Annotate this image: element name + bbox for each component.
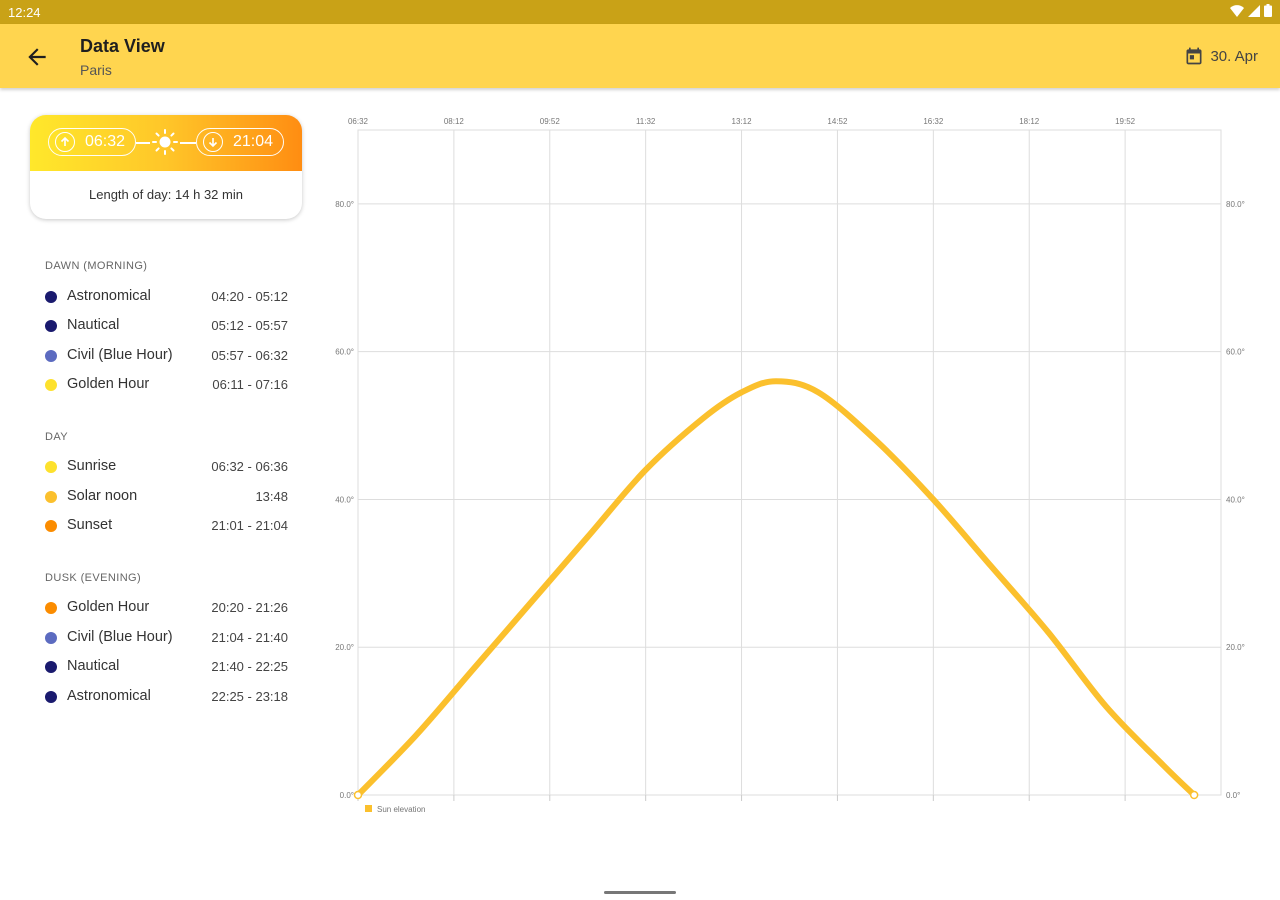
x-tick-label: 06:32 <box>348 117 369 126</box>
location-subtitle: Paris <box>80 62 112 78</box>
status-time: 12:24 <box>8 5 41 20</box>
connector-line-left <box>136 142 150 144</box>
data-point <box>353 790 363 800</box>
sunset-time: 21:04 <box>233 133 274 150</box>
x-tick-label: 16:32 <box>923 117 944 126</box>
sun-elevation-chart[interactable]: 06:32 08:12 09:52 11:32 13:12 14:52 16:32 18:12… <box>325 105 1265 825</box>
list-item: Solar noon 13:48 <box>45 487 290 509</box>
sunrise-time: 06:32 <box>85 133 126 150</box>
golden-hour-dot-icon <box>45 379 57 391</box>
y-tick-label-left: 0.0° <box>340 791 354 800</box>
sunrise-pill: 06:32 <box>48 128 136 156</box>
sunrise-dot-icon <box>45 461 57 473</box>
date-picker-button[interactable]: 30. Apr <box>1184 46 1258 66</box>
list-item: Astronomical 22:25 - 23:18 <box>45 687 290 709</box>
list-item: Golden Hour 20:20 - 21:26 <box>45 598 290 620</box>
list-item: Nautical 05:12 - 05:57 <box>45 316 290 338</box>
y-tick-label-right: 40.0° <box>1226 495 1245 504</box>
y-tick-label-right: 0.0° <box>1226 791 1240 800</box>
civil-dot-icon <box>45 632 57 644</box>
list-item: Golden Hour 06:11 - 07:16 <box>45 375 290 397</box>
section-title-day: DAY <box>45 431 69 443</box>
plot-border <box>357 129 1222 796</box>
item-range: 22:25 - 23:18 <box>211 689 288 704</box>
nautical-dot-icon <box>45 320 57 332</box>
back-arrow-icon[interactable] <box>24 44 50 70</box>
item-name: Nautical <box>67 317 120 333</box>
y-tick-label-right: 20.0° <box>1226 643 1245 652</box>
connector-line-right <box>180 142 196 144</box>
item-range: 21:04 - 21:40 <box>211 630 288 645</box>
astronomical-dot-icon <box>45 291 57 303</box>
y-tick-label-right: 80.0° <box>1226 200 1245 209</box>
list-item: Sunset 21:01 - 21:04 <box>45 516 290 538</box>
item-range: 13:48 <box>255 489 288 504</box>
item-name: Astronomical <box>67 688 151 704</box>
item-range: 06:32 - 06:36 <box>211 459 288 474</box>
sunset-dot-icon <box>45 520 57 532</box>
calendar-icon <box>1186 47 1202 65</box>
legend-label: Sun elevation <box>377 805 425 814</box>
y-tick-label-right: 60.0° <box>1226 348 1245 357</box>
date-label: 30. Apr <box>1210 47 1258 65</box>
x-tick-label: 11:32 <box>636 117 656 126</box>
item-range: 20:20 - 21:26 <box>211 600 288 615</box>
civil-dot-icon <box>45 350 57 362</box>
x-tick-label: 14:52 <box>827 117 848 126</box>
list-item: Civil (Blue Hour) 21:04 - 21:40 <box>45 628 290 650</box>
sun-icon <box>152 129 178 155</box>
solar-noon-dot-icon <box>45 491 57 503</box>
item-name: Solar noon <box>67 488 138 504</box>
x-tick-label: 19:52 <box>1115 117 1136 126</box>
signal-icon <box>1248 4 1260 17</box>
legend-swatch <box>365 805 372 812</box>
item-range: 21:01 - 21:04 <box>211 518 288 533</box>
x-tick-label: 09:52 <box>540 117 561 126</box>
item-name: Sunrise <box>67 458 117 474</box>
x-tick-label: 18:12 <box>1019 117 1040 126</box>
x-tick-label: 13:12 <box>732 117 753 126</box>
wifi-icon <box>1230 4 1244 17</box>
status-icons <box>1230 4 1272 17</box>
item-range: 05:57 - 06:32 <box>211 348 288 363</box>
item-name: Nautical <box>67 658 120 674</box>
day-length: Length of day: 14 h 32 min <box>89 187 243 202</box>
golden-hour-dot-icon <box>45 602 57 614</box>
sun-times-card: 06:32 21:04 Length of day: 14 h 32 min <box>30 115 302 219</box>
item-range: 05:12 - 05:57 <box>211 318 288 333</box>
sunset-pill: 21:04 <box>196 128 284 156</box>
item-name: Golden Hour <box>67 376 150 392</box>
arrow-down-icon <box>203 132 223 152</box>
y-tick-label-left: 40.0° <box>335 495 354 504</box>
sun-elevation-line[interactable] <box>355 378 1198 798</box>
list-item: Astronomical 04:20 - 05:12 <box>45 287 290 309</box>
item-name: Sunset <box>67 517 113 533</box>
data-point <box>1189 790 1199 800</box>
x-tick-label: 08:12 <box>444 117 465 126</box>
section-title-dusk: DUSK (EVENING) <box>45 572 142 584</box>
item-name: Civil (Blue Hour) <box>67 629 173 645</box>
battery-icon <box>1264 4 1272 17</box>
page-title: Data View <box>80 36 165 56</box>
item-range: 04:20 - 05:12 <box>211 289 288 304</box>
section-title-dawn: DAWN (MORNING) <box>45 260 148 272</box>
astronomical-dot-icon <box>45 691 57 703</box>
status-bar: 12:24 <box>0 0 1280 24</box>
arrow-up-icon <box>55 132 75 152</box>
y-tick-label-left: 20.0° <box>335 643 354 652</box>
app-bar: Data View Paris 30. Apr <box>0 24 1280 88</box>
item-range: 06:11 - 07:16 <box>212 377 288 392</box>
y-tick-label-left: 80.0° <box>335 200 354 209</box>
item-name: Civil (Blue Hour) <box>67 347 173 363</box>
list-item: Nautical 21:40 - 22:25 <box>45 657 290 679</box>
y-tick-label-left: 60.0° <box>335 348 354 357</box>
nautical-dot-icon <box>45 661 57 673</box>
item-range: 21:40 - 22:25 <box>211 659 288 674</box>
list-item: Sunrise 06:32 - 06:36 <box>45 457 290 479</box>
home-indicator[interactable] <box>604 891 676 894</box>
item-name: Astronomical <box>67 288 151 304</box>
list-item: Civil (Blue Hour) 05:57 - 06:32 <box>45 346 290 368</box>
item-name: Golden Hour <box>67 599 150 615</box>
